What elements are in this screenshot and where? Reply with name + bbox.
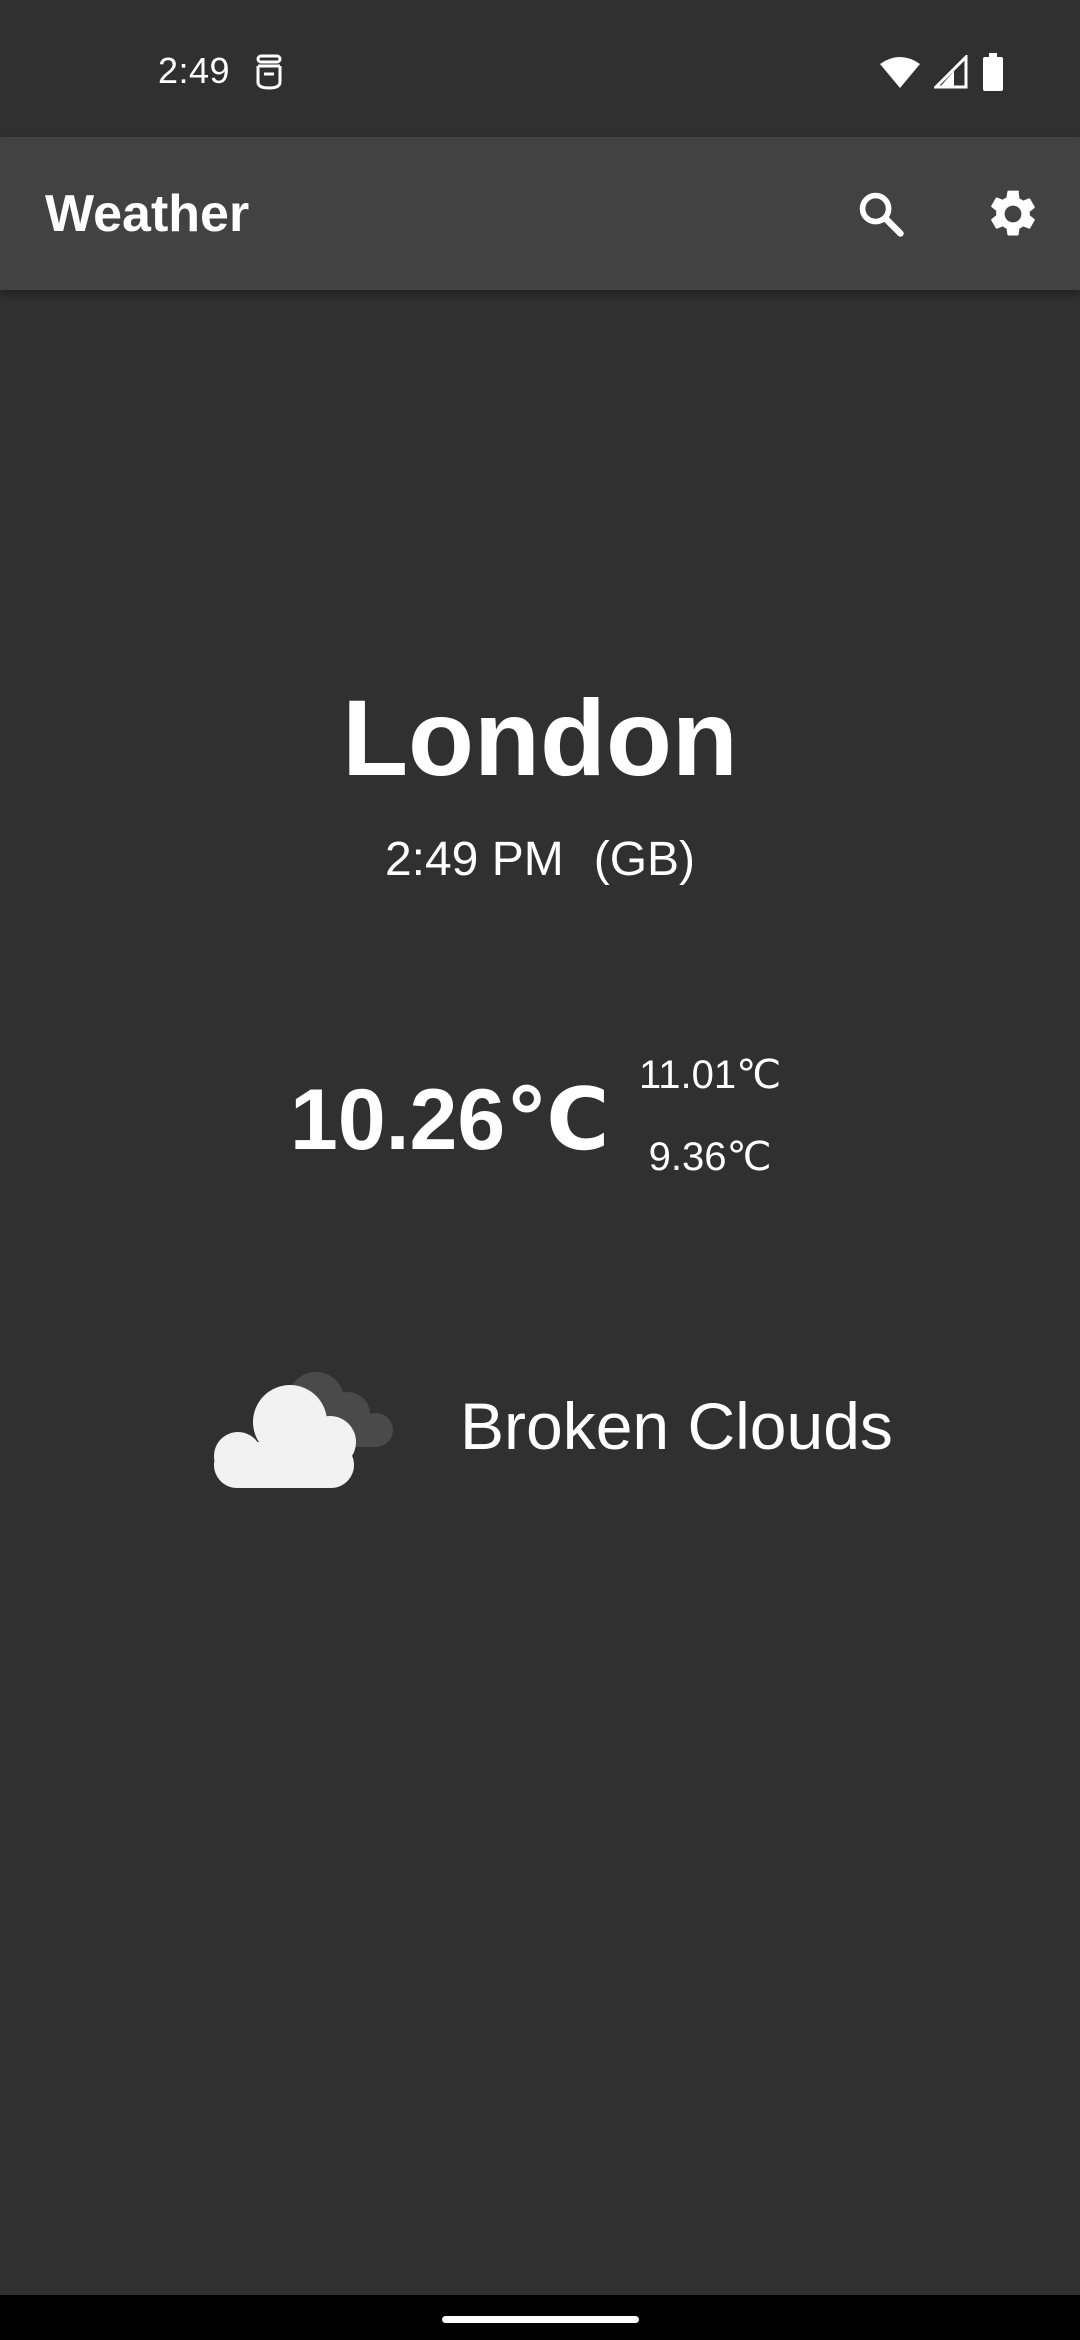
current-temperature: 10.26℃ bbox=[290, 1072, 610, 1168]
app-title: Weather bbox=[45, 184, 250, 243]
broken-clouds-icon bbox=[214, 1372, 393, 1488]
wifi-icon bbox=[880, 57, 920, 88]
status-time: 2:49 bbox=[158, 50, 231, 91]
max-temperature: 11.01℃ bbox=[638, 1053, 782, 1097]
status-icons bbox=[880, 52, 1004, 92]
search-icon bbox=[859, 192, 904, 237]
settings-gear-icon bbox=[991, 190, 1035, 235]
home-gesture-handle[interactable] bbox=[442, 2316, 639, 2323]
country-code: (GB) bbox=[593, 833, 696, 886]
min-temperature: 9.36℃ bbox=[648, 1135, 772, 1179]
app-notification-icon bbox=[256, 54, 282, 90]
battery-icon bbox=[983, 53, 1003, 91]
city-name: London bbox=[342, 677, 738, 798]
weather-screen: 2:49 Weather London 2:49 PM (GB) 10.26℃ … bbox=[0, 0, 1080, 2340]
local-time: 2:49 PM bbox=[384, 833, 564, 886]
status-bar: 2:49 bbox=[0, 0, 1080, 137]
weather-description: Broken Clouds bbox=[460, 1389, 893, 1463]
app-bar: Weather bbox=[0, 137, 1080, 290]
settings-button[interactable] bbox=[965, 166, 1061, 262]
signal-icon bbox=[934, 55, 968, 89]
search-button[interactable] bbox=[833, 166, 929, 262]
local-time-row: 2:49 PM (GB) bbox=[0, 832, 1080, 887]
